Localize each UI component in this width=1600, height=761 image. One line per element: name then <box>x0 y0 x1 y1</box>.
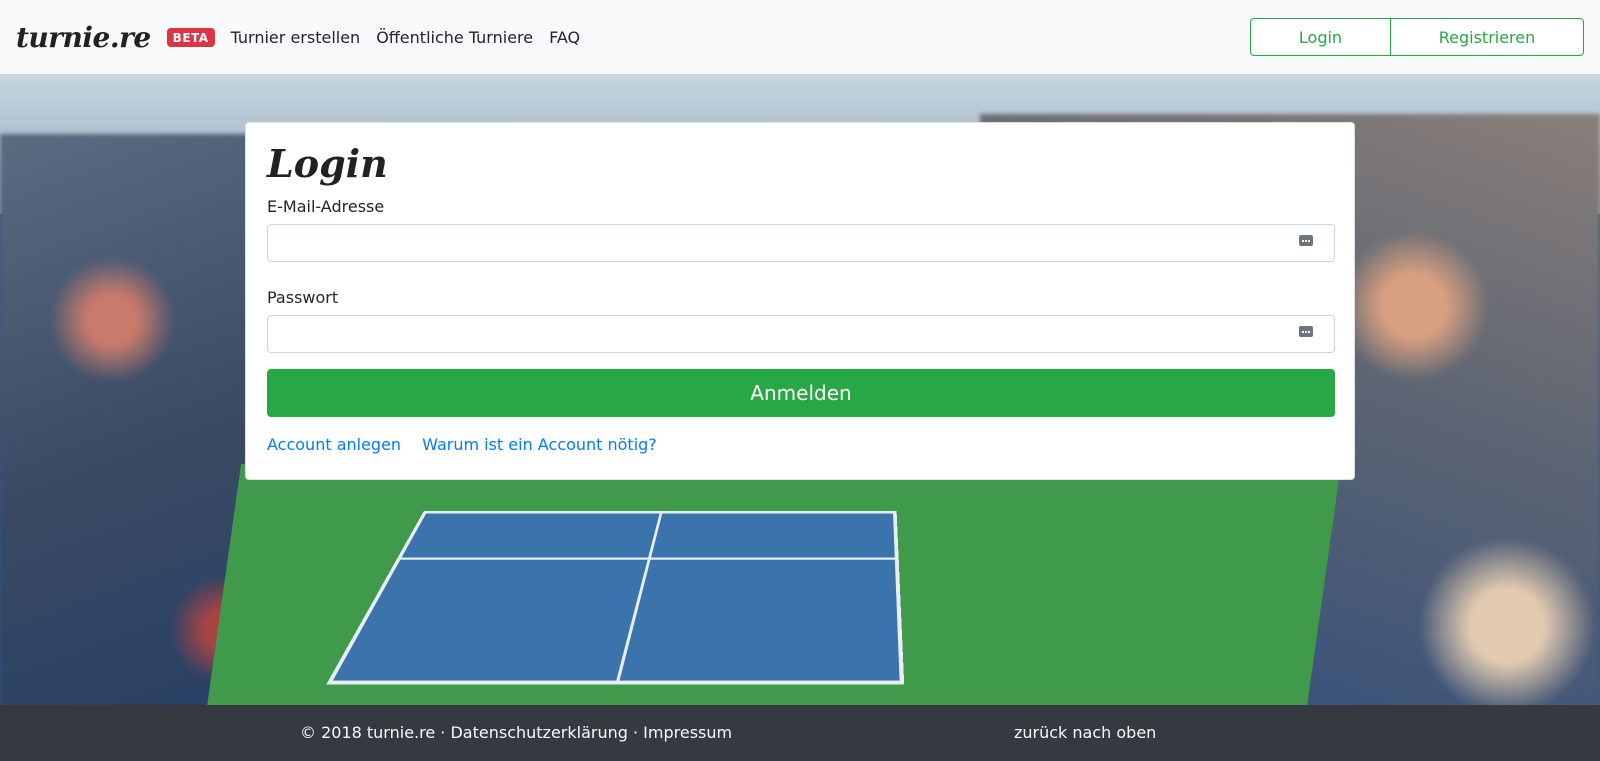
beta-badge: BETA <box>166 27 215 47</box>
footer: © 2018 turnie.re · Datenschutzerklärung … <box>0 705 1600 761</box>
nav-link-faq[interactable]: FAQ <box>549 28 580 47</box>
password-manager-key-icon[interactable] <box>1299 326 1313 337</box>
email-field[interactable] <box>267 224 1335 262</box>
top-navbar: turnie.re BETA Turnier erstellen Öffentl… <box>0 0 1600 74</box>
court-net <box>400 557 895 560</box>
footer-copyright: © 2018 turnie.re <box>300 723 436 742</box>
footer-separator: · <box>632 723 639 742</box>
footer-left: © 2018 turnie.re · Datenschutzerklärung … <box>300 723 732 742</box>
nav-link-turnier-erstellen[interactable]: Turnier erstellen <box>231 28 361 47</box>
email-label: E-Mail-Adresse <box>267 197 385 216</box>
imprint-link[interactable]: Impressum <box>643 723 732 742</box>
back-to-top-link[interactable]: zurück nach oben <box>1014 723 1156 742</box>
login-card: Login E-Mail-Adresse Passwort Anmelden A… <box>245 122 1355 480</box>
login-title: Login <box>267 141 388 186</box>
privacy-link[interactable]: Datenschutzerklärung <box>450 723 627 742</box>
nav-link-oeffentliche-turniere[interactable]: Öffentliche Turniere <box>376 28 533 47</box>
nav-auth-buttons: Login Registrieren <box>1250 18 1584 56</box>
create-account-link[interactable]: Account anlegen <box>267 435 401 454</box>
password-field-wrapper <box>267 315 1335 353</box>
password-label: Passwort <box>267 288 339 307</box>
brand-logo[interactable]: turnie.re <box>16 21 151 54</box>
password-field[interactable] <box>267 315 1335 353</box>
nav-login-button[interactable]: Login <box>1250 18 1391 56</box>
nav-register-button[interactable]: Registrieren <box>1390 18 1584 56</box>
footer-separator: · <box>440 723 446 742</box>
login-links: Account anlegen Warum ist ein Account nö… <box>267 435 1333 454</box>
submit-login-button[interactable]: Anmelden <box>267 369 1335 417</box>
why-account-link[interactable]: Warum ist ein Account nötig? <box>422 435 657 454</box>
password-manager-key-icon[interactable] <box>1299 235 1313 246</box>
tennis-court <box>326 510 905 685</box>
court-center-line <box>616 513 663 681</box>
email-field-wrapper <box>267 224 1335 262</box>
